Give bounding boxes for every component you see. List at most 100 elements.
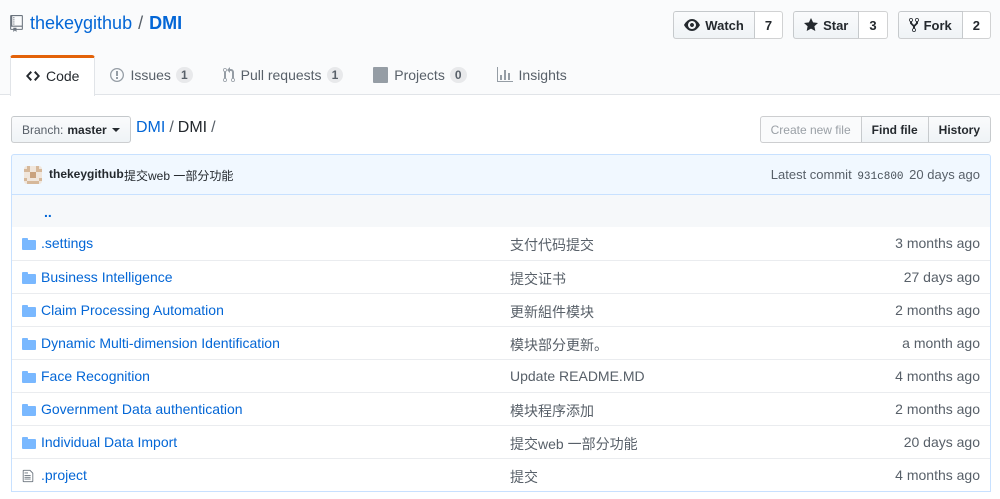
avatar[interactable] [24, 166, 42, 184]
folder-icon [22, 304, 36, 320]
file-commit-message-link[interactable]: 更新組件模块 [510, 302, 594, 322]
fork-button[interactable]: Fork [897, 11, 963, 39]
folder-icon [22, 436, 36, 452]
folder-icon [22, 237, 36, 253]
table-row: Government Data authentication 模块程序添加 2 … [12, 392, 990, 425]
file-icon [22, 469, 34, 486]
star-label: Star [823, 17, 849, 33]
star-icon [804, 18, 819, 31]
breadcrumb-root-link[interactable]: DMI [136, 119, 165, 136]
file-name-link[interactable]: Individual Data Import [41, 434, 177, 450]
projects-counter: 0 [449, 67, 467, 83]
fork-group: Fork 2 [897, 11, 991, 39]
fork-count[interactable]: 2 [962, 11, 991, 39]
pull-request-icon [222, 67, 235, 83]
tab-pull-requests-label: Pull requests [240, 67, 322, 83]
breadcrumb-trailing-separator: / [211, 119, 216, 136]
table-row: Business Intelligence 提交证书 27 days ago [12, 260, 990, 293]
issues-counter: 1 [175, 67, 193, 83]
watch-label: Watch [705, 17, 744, 33]
commit-sha-link[interactable]: 931c800 [857, 171, 903, 183]
tab-insights-label: Insights [518, 67, 567, 83]
table-row: Face Recognition Update README.MD 4 mont… [12, 359, 990, 392]
file-name-link[interactable]: Face Recognition [41, 368, 150, 384]
pull-requests-counter: 1 [326, 67, 344, 83]
repo-icon [10, 15, 23, 32]
tab-projects-label: Projects [394, 67, 445, 83]
identicon-icon [24, 166, 42, 184]
table-row: Claim Processing Automation 更新組件模块 2 mon… [12, 293, 990, 326]
fork-label: Fork [923, 17, 952, 33]
latest-commit-bar: thekeygithub 提交web 一部分功能 Latest commit 9… [11, 154, 991, 195]
find-file-button[interactable]: Find file [860, 116, 929, 143]
tab-code-label: Code [46, 67, 80, 84]
branch-label: Branch: [22, 122, 64, 137]
file-age: 2 months ago [895, 401, 980, 417]
repo-owner-link[interactable]: thekeygithub [30, 13, 132, 34]
file-commit-message-link[interactable]: 提交 [510, 467, 538, 487]
repo-nav-tabs: Code Issues 1 Pull requests 1 Projects 0… [10, 55, 582, 96]
file-rows: .settings 支付代码提交 3 months ago Business I… [12, 227, 990, 491]
commit-author-link[interactable]: thekeygithub [49, 167, 124, 181]
parent-directory-row: .. [12, 195, 990, 227]
file-name-link[interactable]: Government Data authentication [41, 401, 243, 417]
create-new-file-button[interactable]: Create new file [759, 116, 862, 143]
code-icon [26, 70, 40, 81]
file-age: 3 months ago [895, 235, 980, 251]
parent-directory-link[interactable]: .. [44, 204, 52, 220]
fork-icon [908, 17, 919, 33]
watch-button[interactable]: Watch [673, 11, 755, 39]
tab-issues-label: Issues [130, 67, 171, 83]
star-group: Star 3 [793, 11, 888, 39]
commit-message-link[interactable]: 提交web 一部分功能 [124, 167, 233, 184]
file-buttons: Create new file Find file History [759, 116, 991, 143]
file-age: 2 months ago [895, 302, 980, 318]
file-commit-message-link[interactable]: 提交web 一部分功能 [510, 434, 638, 454]
commit-age: 20 days ago [909, 167, 980, 182]
folder-icon [22, 271, 36, 287]
file-age: 20 days ago [903, 434, 980, 450]
repo-title: thekeygithub / DMI [10, 13, 182, 34]
file-commit-message-link[interactable]: 模块部分更新。 [510, 335, 608, 355]
repo-name-link[interactable]: DMI [149, 13, 182, 34]
latest-commit-info: Latest commit 931c800 20 days ago [771, 167, 980, 183]
table-row: .project 提交 4 months ago [12, 458, 990, 491]
file-commit-message-link[interactable]: 支付代码提交 [510, 235, 594, 255]
branch-select-button[interactable]: Branch: master [11, 116, 131, 143]
file-name-link[interactable]: Claim Processing Automation [41, 302, 224, 318]
tab-insights[interactable]: Insights [482, 55, 582, 95]
caret-down-icon [111, 127, 120, 132]
file-name-link[interactable]: Business Intelligence [41, 269, 173, 285]
repo-header: thekeygithub / DMI Watch 7 Star 3 Fork 2 [0, 0, 1000, 96]
watch-group: Watch 7 [673, 11, 784, 39]
file-name-link[interactable]: Dynamic Multi-dimension Identification [41, 335, 280, 351]
graph-icon [496, 67, 513, 82]
tab-pull-requests[interactable]: Pull requests 1 [208, 55, 359, 95]
file-commit-message-link[interactable]: 提交证书 [510, 269, 566, 289]
tab-code[interactable]: Code [10, 55, 96, 96]
file-list: .. .settings 支付代码提交 3 months ago Busines… [11, 195, 991, 492]
folder-icon [22, 403, 36, 419]
file-name-link[interactable]: .project [41, 467, 87, 483]
star-button[interactable]: Star [793, 11, 860, 39]
repo-actions: Watch 7 Star 3 Fork 2 [663, 11, 991, 39]
file-commit-message-link[interactable]: 模块程序添加 [510, 401, 594, 421]
history-button[interactable]: History [927, 116, 991, 143]
star-count[interactable]: 3 [859, 11, 888, 39]
file-age: 4 months ago [895, 467, 980, 483]
breadcrumb-current: DMI [177, 119, 208, 136]
file-age: 27 days ago [903, 269, 980, 285]
tab-projects[interactable]: Projects 0 [358, 55, 481, 95]
folder-icon [22, 337, 36, 353]
table-row: Dynamic Multi-dimension Identification 模… [12, 326, 990, 359]
table-row: Individual Data Import 提交web 一部分功能 20 da… [12, 425, 990, 458]
breadcrumb-separator: / [169, 119, 174, 136]
watch-count[interactable]: 7 [754, 11, 784, 39]
issue-icon [110, 68, 125, 82]
tab-issues[interactable]: Issues 1 [95, 55, 207, 95]
file-name-link[interactable]: .settings [41, 235, 93, 251]
folder-icon [22, 370, 36, 386]
file-age: a month ago [902, 335, 980, 351]
repo-title-separator: / [138, 13, 144, 33]
file-commit-message-link[interactable]: Update README.MD [510, 368, 645, 384]
